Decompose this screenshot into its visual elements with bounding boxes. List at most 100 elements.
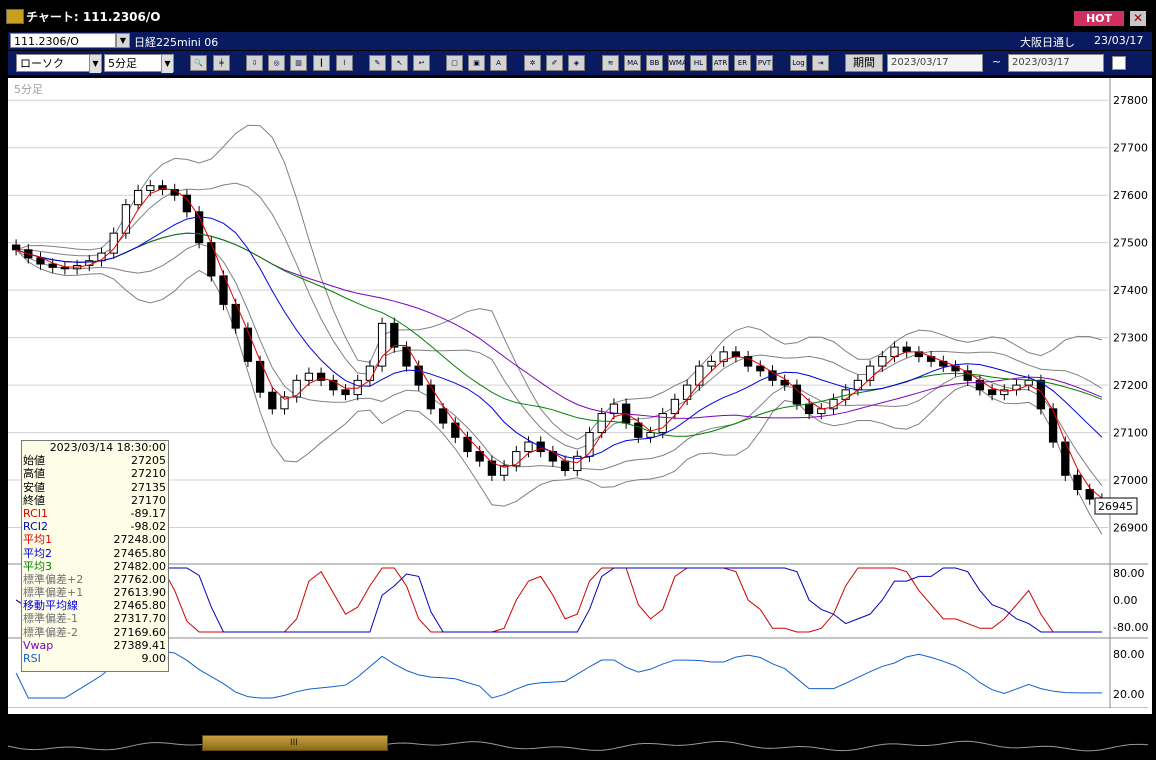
band-line	[15, 124, 1103, 441]
hot-button[interactable]: HOT	[1074, 11, 1124, 26]
export-icon[interactable]: ⇥	[812, 55, 829, 71]
line-icon[interactable]: ⌇	[336, 55, 353, 71]
range-checkbox[interactable]	[1112, 56, 1126, 70]
info-value: 27465.80	[113, 546, 167, 560]
info-value: 27210	[131, 467, 166, 481]
info-row: 安値 27135	[22, 481, 168, 494]
grip-icon: III	[290, 738, 298, 748]
bar-icon[interactable]: ▥	[290, 55, 307, 71]
candle-body	[109, 232, 118, 254]
candle-body	[1085, 489, 1094, 500]
info-value: 27317.70	[113, 612, 167, 626]
trend-icon[interactable]: ≋	[602, 55, 619, 71]
close-icon[interactable]: ✕	[1130, 11, 1146, 26]
candle-body	[426, 384, 436, 410]
brush-icon[interactable]: ✐	[546, 55, 563, 71]
candle-body	[268, 391, 277, 410]
candle-body	[817, 408, 826, 415]
select-icon[interactable]: ↖	[391, 55, 408, 71]
window-title: チャート: 111.2306/O	[26, 10, 161, 24]
candle-body	[853, 379, 863, 391]
interval-select[interactable]: 5分足 ▼	[104, 54, 174, 73]
candle-body	[243, 327, 253, 362]
info-label: 平均2	[23, 546, 52, 560]
candle-body	[292, 379, 301, 398]
from-date-input[interactable]: 2023/03/17	[887, 54, 983, 72]
info-row: 始値 27205	[22, 454, 168, 467]
candle-body	[451, 422, 460, 438]
chevron-down-icon: ▼	[161, 55, 173, 73]
candle-body	[658, 413, 667, 434]
chart-type-select[interactable]: ローソク ▼	[16, 54, 102, 73]
chevron-down-icon[interactable]: ▼	[116, 33, 130, 48]
pen-icon[interactable]: ✎	[369, 55, 386, 71]
arrow-down-icon[interactable]: ⇩	[246, 55, 263, 71]
settings-icon[interactable]: ✲	[524, 55, 541, 71]
vwap-line	[15, 232, 1103, 419]
undo-icon[interactable]: ↩	[413, 55, 430, 71]
ma3-line	[15, 232, 1103, 437]
box-icon[interactable]: ▢	[446, 55, 463, 71]
info-value: 27135	[131, 480, 166, 494]
hl-button[interactable]: HL	[690, 55, 707, 71]
candle-body	[756, 365, 765, 372]
candle-body	[524, 441, 533, 453]
header-date: 23/03/17	[1094, 34, 1144, 47]
info-row: RCI1 -89.17	[22, 507, 168, 520]
info-label: 平均3	[23, 559, 52, 573]
price-axis: 27800 27700 27600 27500 27400 27300 27200 27100…	[1113, 94, 1148, 701]
symbol-input[interactable]: 111.2306/O	[10, 33, 116, 48]
zoom-icon[interactable]: 🔍	[190, 55, 207, 71]
info-row: 標準偏差+1 27613.90	[22, 586, 168, 599]
app-logo-icon	[6, 9, 24, 24]
info-row: 平均1 27248.00	[22, 533, 168, 546]
crosshair-icon[interactable]: ╪	[213, 55, 230, 71]
bb-button[interactable]: BB	[646, 55, 663, 71]
candle-body	[634, 422, 643, 438]
candle-body	[1024, 379, 1033, 386]
log-button[interactable]: Log	[790, 55, 807, 71]
info-value: 27465.80	[113, 599, 167, 613]
measure-icon[interactable]: ◎	[268, 55, 285, 71]
wma-button[interactable]: WMA	[668, 55, 687, 71]
candle-body	[365, 365, 375, 381]
candle-body	[695, 365, 704, 386]
from-date-value: 2023/03/17	[891, 57, 949, 68]
info-label: RSI	[23, 652, 41, 665]
all-icon[interactable]: A	[490, 55, 507, 71]
info-row: 標準偏差+2 27762.00	[22, 573, 168, 586]
info-datetime: 2023/03/14 18:30:00	[49, 441, 166, 454]
band-line	[15, 243, 1103, 486]
candle-body	[987, 389, 997, 396]
candle-body	[329, 379, 338, 391]
price-tick-label: 27300	[1113, 332, 1148, 345]
info-value: 27613.90	[113, 586, 167, 600]
to-date-input[interactable]: 2023/03/17	[1008, 54, 1104, 72]
period-button[interactable]: 期間	[845, 54, 883, 72]
time-axis: 1413/16:3019221414/8:45	[8, 708, 1152, 714]
info-row: 移動平均線 27465.80	[22, 599, 168, 612]
box2-icon[interactable]: ▣	[468, 55, 485, 71]
atr-button[interactable]: ATR	[712, 55, 729, 71]
last-price: 26945	[1098, 500, 1133, 513]
info-row: 標準偏差-2 27169.60	[22, 626, 168, 639]
info-value: 27205	[131, 454, 166, 468]
rsi-line	[15, 650, 1102, 699]
info-label: 標準偏差+1	[23, 586, 84, 600]
er-button[interactable]: ER	[734, 55, 751, 71]
pvt-button[interactable]: PVT	[756, 55, 773, 71]
ma-button[interactable]: MA	[624, 55, 641, 71]
chart-svg[interactable]: 5分足 278002770027600275002740027300272002…	[8, 78, 1152, 714]
candle-icon[interactable]: ┃	[313, 55, 330, 71]
time-axis-bg	[8, 708, 1152, 714]
info-value: 27482.00	[113, 559, 167, 573]
palette-icon[interactable]: ◈	[568, 55, 585, 71]
info-value: 27389.41	[113, 638, 167, 652]
info-label: RCI2	[23, 520, 49, 534]
info-label: 平均1	[23, 533, 52, 547]
moving-averages	[15, 188, 1103, 499]
scroll-overview	[8, 740, 1149, 752]
info-row: 平均3 27482.00	[22, 560, 168, 573]
rsi-tick-label: 20.00	[1113, 688, 1145, 701]
info-row: RSI 9.00	[22, 652, 168, 665]
